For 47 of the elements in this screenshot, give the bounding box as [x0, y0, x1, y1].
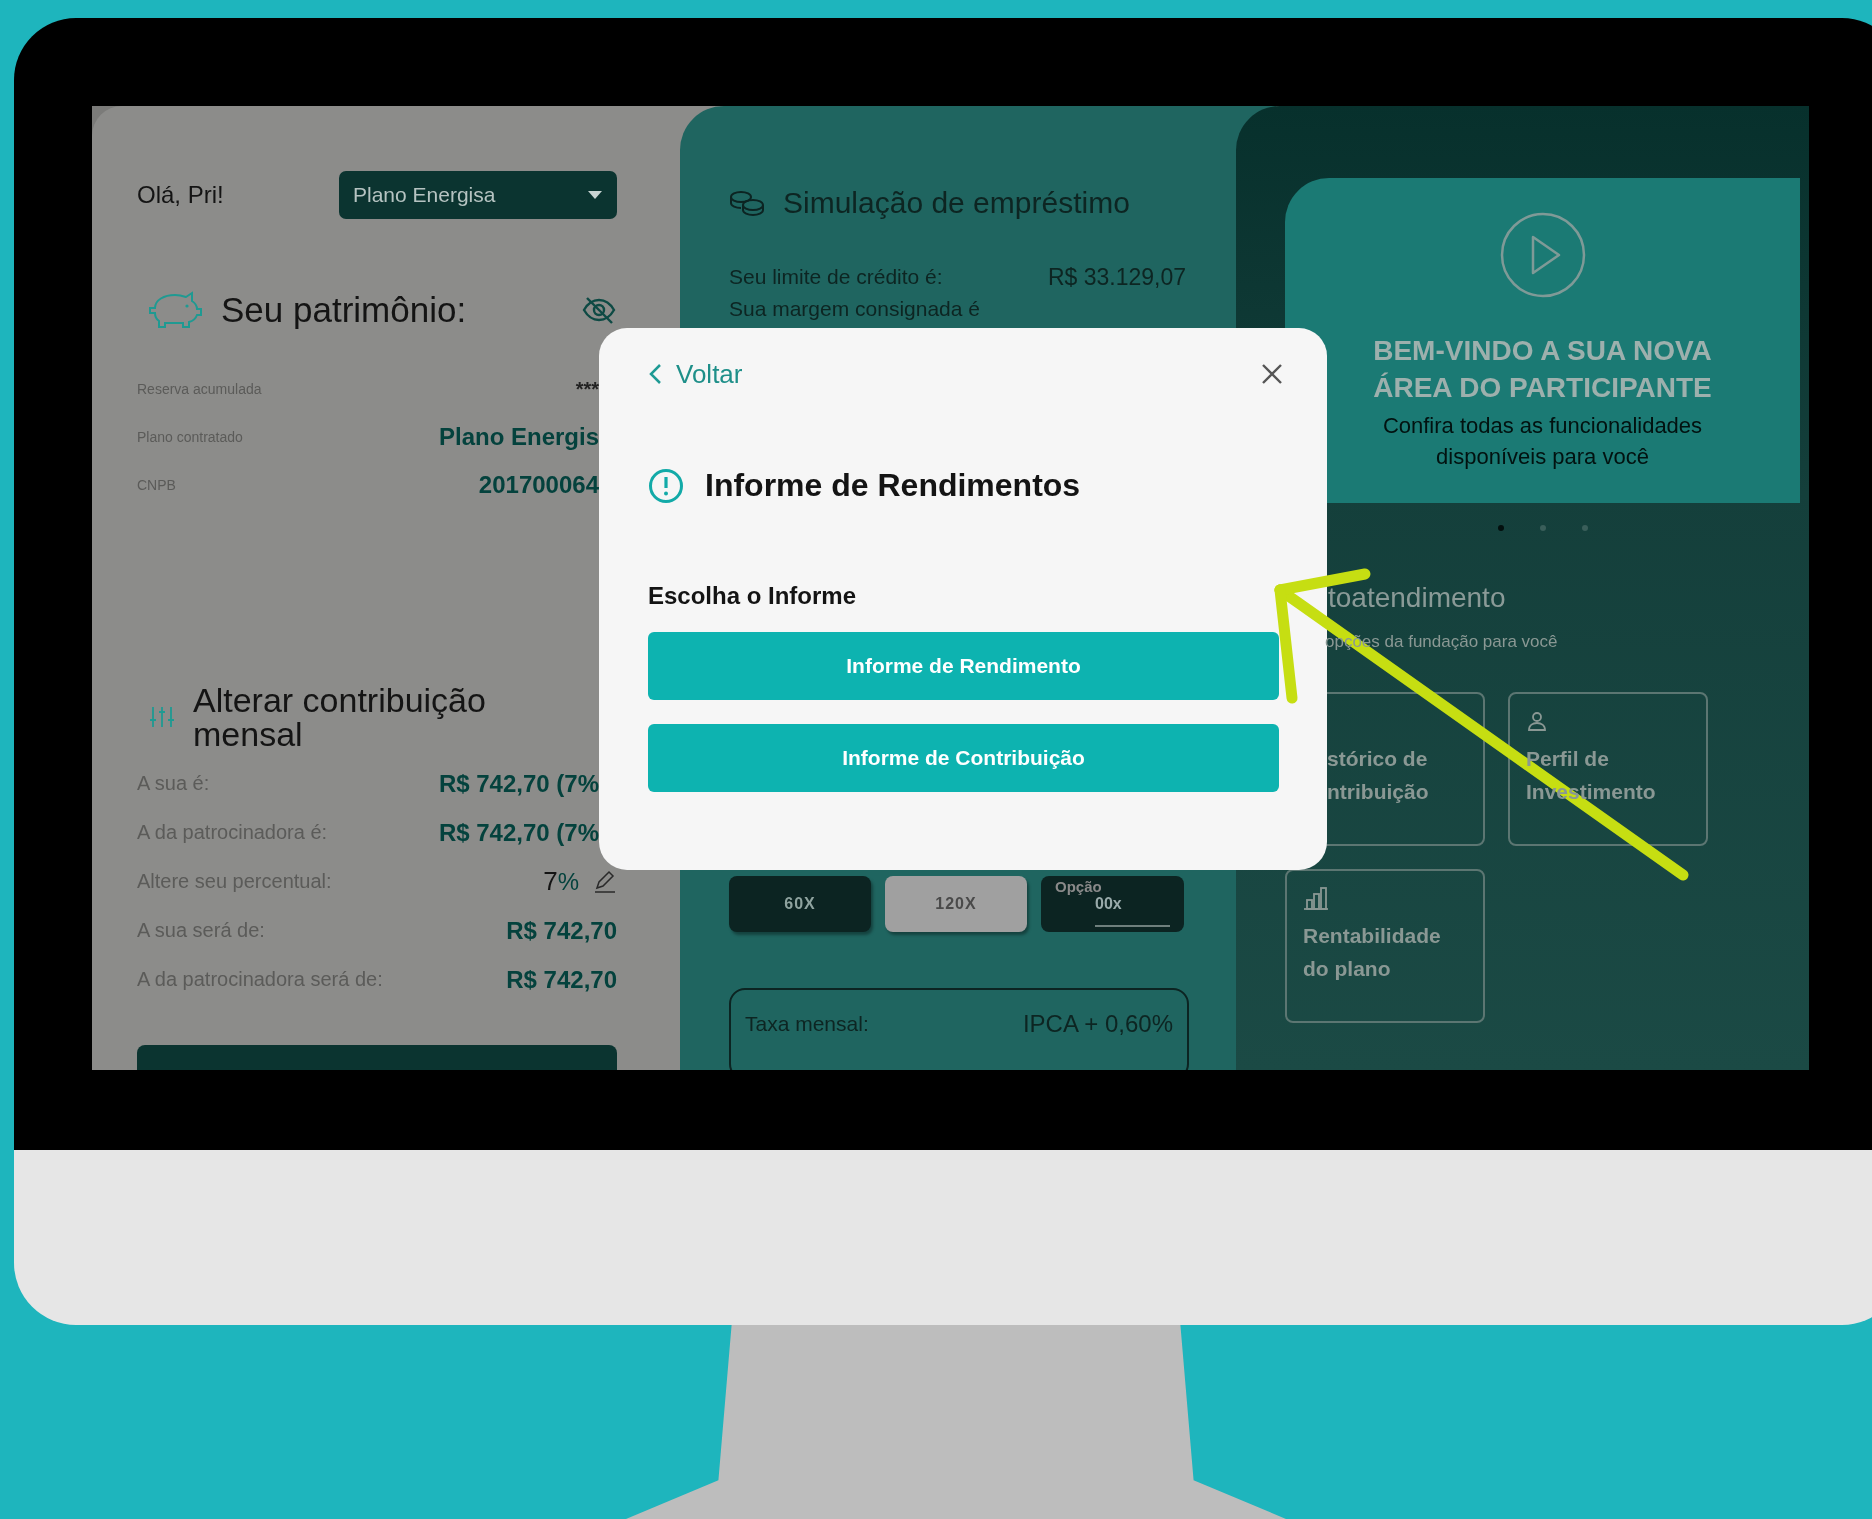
caret-icon: [587, 190, 603, 200]
banner-subtitle: Confira todas as funcionalidades disponíveis para você: [1381, 412, 1704, 471]
banner-title: ÁREA DO PARTICIPANTE: [1373, 371, 1712, 405]
play-icon[interactable]: [1499, 212, 1586, 298]
report-button[interactable]: Informe de Rendimento: [648, 632, 1279, 700]
close-icon[interactable]: [1261, 363, 1283, 385]
menu-card[interactable]: Rentabilidade do plano: [1285, 869, 1485, 1023]
percent-value: 7: [543, 866, 558, 897]
custom-term-field[interactable]: Opção 00x: [1041, 876, 1184, 932]
amount-value: R$ 742,70: [506, 965, 617, 994]
dialog-prompt: Escolha o Informe: [648, 582, 858, 610]
carousel-dot[interactable]: [1497, 525, 1504, 531]
piggy-bank-icon: [147, 290, 203, 330]
term-option[interactable]: 120X: [885, 876, 1027, 932]
section-title: Simulação de empréstimo: [783, 186, 1130, 220]
amount-value: R$ 742,70: [506, 916, 617, 945]
eye-off-icon[interactable]: [581, 295, 617, 325]
term-option[interactable]: 60X: [729, 876, 871, 932]
greeting-text: Olá, Pri!: [137, 181, 224, 209]
carousel-dot[interactable]: [1581, 525, 1588, 531]
sliders-icon: [149, 705, 175, 729]
info-icon: [648, 467, 684, 504]
percent-sign: %: [557, 867, 579, 896]
section-title: Seu patrimônio:: [221, 290, 468, 330]
amount-value: R$ 742,70 (7%: [438, 818, 599, 847]
chevron-left-icon: [648, 363, 662, 385]
field-value: ***: [575, 377, 599, 401]
report-button[interactable]: Informe de Contribuição: [648, 724, 1279, 792]
plan-dropdown[interactable]: Plano Energisa: [339, 171, 617, 219]
section-title: Alterar contribuição mensal: [193, 683, 487, 751]
bar-chart-icon: [1303, 886, 1329, 910]
banner-title: BEM-VINDO A SUA NOVA: [1373, 334, 1712, 368]
field-label: Seu limite de crédito é:: [729, 265, 943, 289]
carousel-dot[interactable]: [1539, 525, 1546, 531]
field-value: R$ 33.129,07: [1047, 263, 1186, 291]
amount-value: R$ 742,70 (7%: [438, 769, 599, 798]
back-link[interactable]: Voltar: [648, 358, 743, 390]
section-title: toatendimento: [1328, 582, 1507, 615]
field-value: Plano Energis: [438, 423, 599, 451]
dialog-title: Informe de Rendimentos: [705, 467, 1081, 504]
field-value: IPCA + 0,60%: [1022, 1010, 1173, 1038]
field-label: Sua margem consignada é: [729, 297, 980, 321]
pencil-icon[interactable]: [593, 869, 617, 894]
person-icon: [1526, 710, 1548, 732]
coins-icon: [729, 189, 765, 217]
field-label: Taxa mensal:: [745, 1012, 869, 1036]
field-value: 201700064: [478, 471, 599, 499]
